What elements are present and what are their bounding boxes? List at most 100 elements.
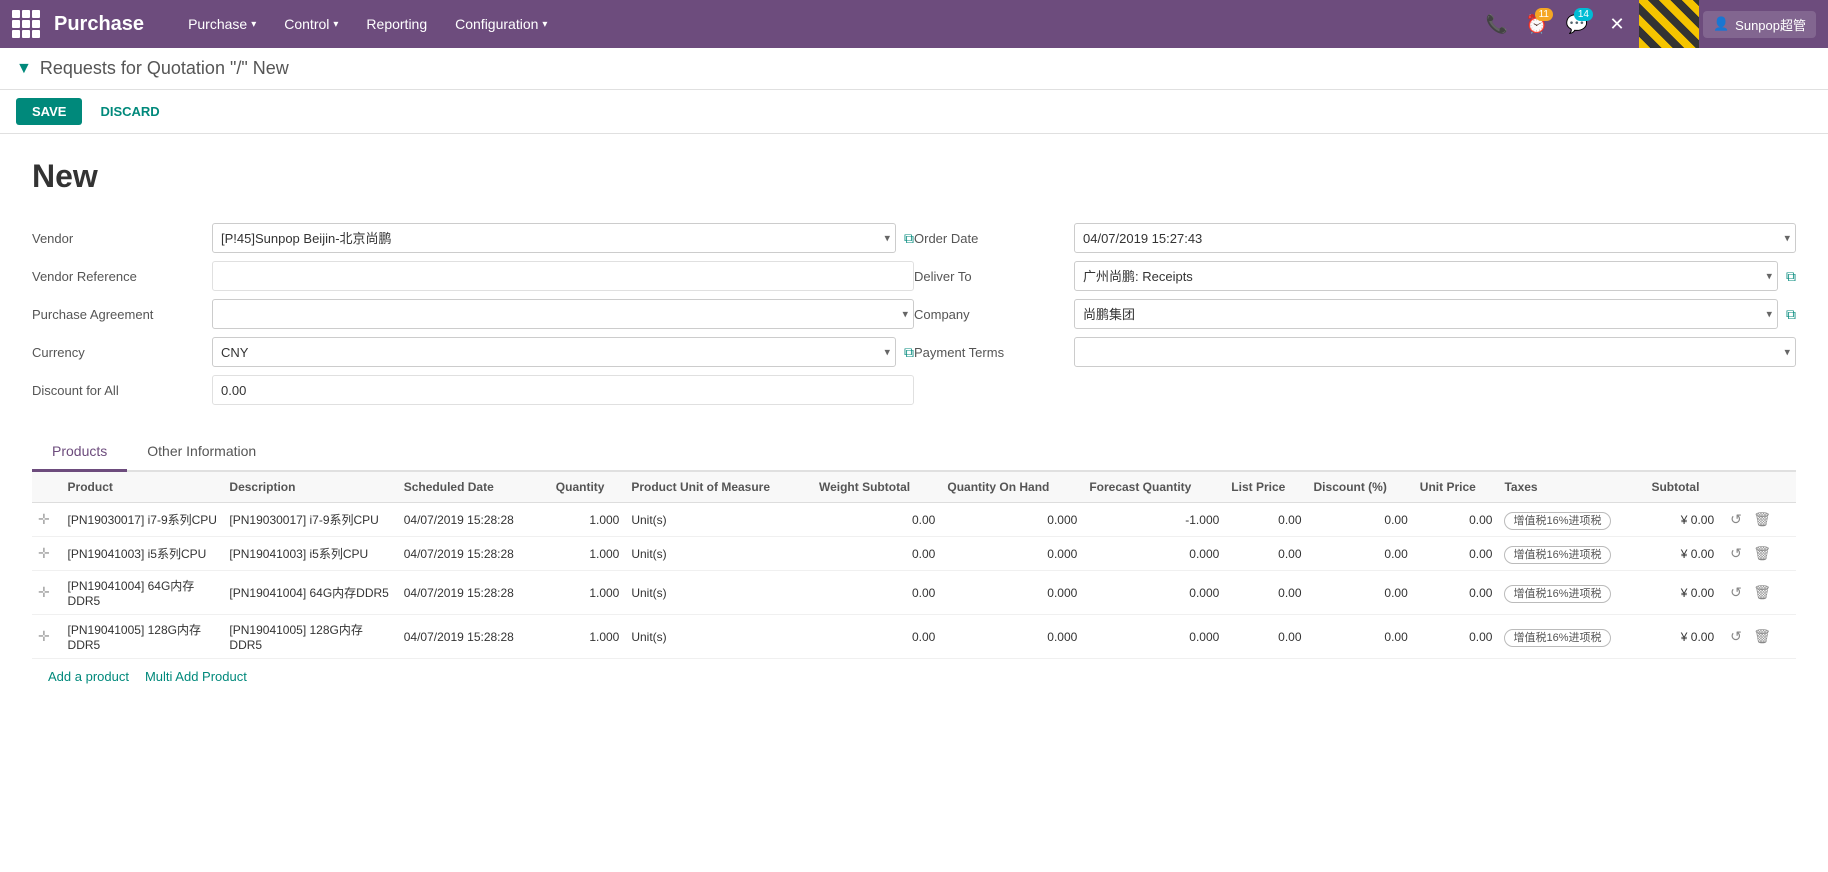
row-reset-button[interactable]: ↺ [1726,509,1746,530]
payment-terms-value: ▾ [1074,337,1796,367]
taxes-cell[interactable]: 增值税16%进项税 [1498,571,1645,615]
drag-handle-icon[interactable]: ✛ [38,511,50,527]
uom-cell[interactable]: Unit(s) [625,615,813,659]
unit-price-cell[interactable]: 0.00 [1414,571,1499,615]
tab-products[interactable]: Products [32,433,127,472]
product-cell[interactable]: [PN19041004] 64G内存DDR5 [62,571,224,615]
deliver-to-ext-link-icon[interactable]: ⧉ [1786,268,1796,285]
discount-cell[interactable]: 0.00 [1308,503,1414,537]
quantity-cell[interactable]: 1.000 [550,615,626,659]
deliver-to-value: 广州尚鹏: Receipts ▾ ⧉ [1074,261,1796,291]
breadcrumb-toggle-icon[interactable]: ▼ [16,60,32,78]
add-product-row: Add a product Multi Add Product [32,659,1796,694]
discount-cell[interactable]: 0.00 [1308,571,1414,615]
company-select[interactable]: 尚鹏集团 [1074,299,1778,329]
nav-configuration[interactable]: Configuration ▾ [441,0,561,48]
forecast-qty-cell: 0.000 [1083,571,1225,615]
unit-price-cell[interactable]: 0.00 [1414,503,1499,537]
payment-terms-select[interactable] [1074,337,1796,367]
vendor-ext-link-icon[interactable]: ⧉ [904,230,914,247]
subtotal-cell: ¥ 0.00 [1645,537,1720,571]
scheduled-date-cell[interactable]: 04/07/2019 15:28:28 [398,615,550,659]
description-cell[interactable]: [PN19041004] 64G内存DDR5 [223,571,397,615]
row-actions-cell: ↺ 🗑 [1720,503,1796,537]
list-price-cell[interactable]: 0.00 [1225,537,1307,571]
drag-handle-icon[interactable]: ✛ [38,545,50,561]
clock-icon-btn[interactable]: ⏰ 11 [1519,6,1555,42]
scheduled-date-cell[interactable]: 04/07/2019 15:28:28 [398,503,550,537]
row-reset-button[interactable]: ↺ [1726,626,1746,647]
purchase-agreement-select[interactable] [212,299,914,329]
unit-price-cell[interactable]: 0.00 [1414,615,1499,659]
qty-on-hand-cell: 0.000 [941,537,1083,571]
vendor-select[interactable]: [P!45]Sunpop Beijin-北京尚鹏 [212,223,896,253]
col-quantity: Quantity [550,472,626,503]
uom-cell[interactable]: Unit(s) [625,503,813,537]
discount-cell[interactable]: 0.00 [1308,537,1414,571]
list-price-cell[interactable]: 0.00 [1225,571,1307,615]
discard-button[interactable]: DISCARD [92,98,167,125]
app-grid-icon[interactable] [12,10,40,38]
uom-cell[interactable]: Unit(s) [625,537,813,571]
company-ext-link-icon[interactable]: ⧉ [1786,306,1796,323]
uom-cell[interactable]: Unit(s) [625,571,813,615]
quantity-cell[interactable]: 1.000 [550,503,626,537]
drag-handle-icon[interactable]: ✛ [38,584,50,600]
nav-purchase[interactable]: Purchase ▾ [174,0,270,48]
breadcrumb-link[interactable]: Requests for Quotation "/" New [40,58,289,79]
chat-icon-btn[interactable]: 💬 14 [1559,6,1595,42]
taxes-cell[interactable]: 增值税16%进项税 [1498,503,1645,537]
table-header-row: Product Description Scheduled Date Quant… [32,472,1796,503]
add-product-link[interactable]: Add a product [48,669,129,684]
multi-add-product-link[interactable]: Multi Add Product [145,669,247,684]
order-date-select-wrapper: 04/07/2019 15:27:43 ▾ [1074,223,1796,253]
drag-handle-icon[interactable]: ✛ [38,628,50,644]
list-price-cell[interactable]: 0.00 [1225,503,1307,537]
control-caret: ▾ [333,19,338,30]
product-cell[interactable]: [PN19041005] 128G内存DDR5 [62,615,224,659]
tabs-container: Products Other Information [32,433,1796,472]
quantity-cell[interactable]: 1.000 [550,537,626,571]
user-menu-button[interactable]: 👤 Sunpop超管 [1703,11,1816,38]
description-cell[interactable]: [PN19030017] i7-9系列CPU [223,503,397,537]
scheduled-date-cell[interactable]: 04/07/2019 15:28:28 [398,537,550,571]
top-navigation: Purchase Purchase ▾ Control ▾ Reporting … [0,0,1828,48]
currency-ext-link-icon[interactable]: ⧉ [904,344,914,361]
tab-other-information[interactable]: Other Information [127,433,276,472]
taxes-cell[interactable]: 增值税16%进项税 [1498,537,1645,571]
discount-cell[interactable]: 0.00 [1308,615,1414,659]
list-price-cell[interactable]: 0.00 [1225,615,1307,659]
product-cell[interactable]: [PN19041003] i5系列CPU [62,537,224,571]
row-delete-button[interactable]: 🗑 [1749,543,1775,564]
close-icon-btn[interactable]: ✕ [1599,6,1635,42]
deliver-to-select[interactable]: 广州尚鹏: Receipts [1074,261,1778,291]
discount-value [212,375,914,405]
row-delete-button[interactable]: 🗑 [1749,509,1775,530]
nav-control[interactable]: Control ▾ [270,0,352,48]
unit-price-cell[interactable]: 0.00 [1414,537,1499,571]
product-cell[interactable]: [PN19030017] i7-9系列CPU [62,503,224,537]
discount-field-row: Discount for All [32,371,914,409]
description-cell[interactable]: [PN19041003] i5系列CPU [223,537,397,571]
scheduled-date-cell[interactable]: 04/07/2019 15:28:28 [398,571,550,615]
description-cell[interactable]: [PN19041005] 128G内存DDR5 [223,615,397,659]
drag-handle-cell: ✛ [32,503,62,537]
phone-icon-btn[interactable]: 📞 [1479,6,1515,42]
col-unit-price: Unit Price [1414,472,1499,503]
purchase-caret: ▾ [251,19,256,30]
row-delete-button[interactable]: 🗑 [1749,626,1775,647]
vendor-reference-input[interactable] [212,261,914,291]
discount-input[interactable] [212,375,914,405]
products-table: Product Description Scheduled Date Quant… [32,472,1796,659]
quantity-cell[interactable]: 1.000 [550,571,626,615]
row-reset-button[interactable]: ↺ [1726,582,1746,603]
currency-select[interactable]: CNY [212,337,896,367]
purchase-agreement-label: Purchase Agreement [32,307,212,322]
taxes-cell[interactable]: 增值税16%进项税 [1498,615,1645,659]
qty-on-hand-cell: 0.000 [941,571,1083,615]
order-date-select[interactable]: 04/07/2019 15:27:43 [1074,223,1796,253]
save-button[interactable]: SAVE [16,98,82,125]
row-delete-button[interactable]: 🗑 [1749,582,1775,603]
nav-reporting[interactable]: Reporting [352,0,441,48]
row-reset-button[interactable]: ↺ [1726,543,1746,564]
